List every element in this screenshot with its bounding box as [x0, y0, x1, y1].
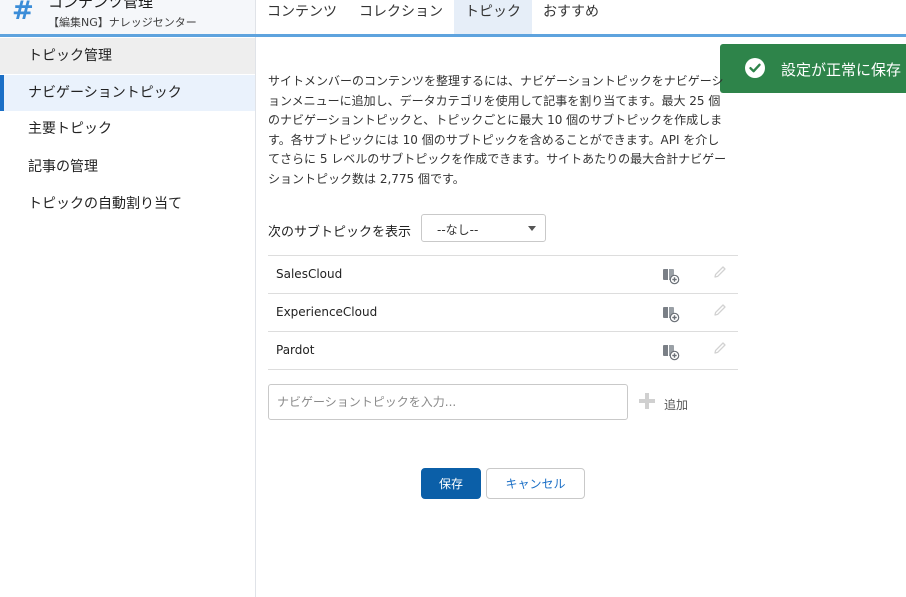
tab-topic[interactable]: トピック — [454, 0, 532, 34]
cancel-button[interactable]: キャンセル — [486, 468, 585, 499]
subtopic-select[interactable]: --なし-- — [421, 214, 546, 242]
app-subtitle: 【編集NG】ナレッジセンター — [48, 16, 197, 29]
app-header: # コンテンツ管理 【編集NG】ナレッジセンター コンテンツ コレクション トピ… — [0, 0, 906, 34]
subtopic-filter-label: 次のサブトピックを表示 — [268, 225, 412, 240]
page-description: サイトメンバーのコンテンツを整理するには、ナビゲーショントピックをナビゲーション… — [268, 74, 727, 186]
topic-name: SalesCloud — [276, 267, 343, 281]
success-toast: 設定が正常に保存 — [720, 44, 906, 93]
book-add-icon[interactable] — [662, 305, 680, 323]
save-button[interactable]: 保存 — [421, 468, 481, 499]
sidebar-item-auto-assign[interactable]: トピックの自動割り当て — [0, 186, 255, 222]
sidebar-item-navigation-topics[interactable]: ナビゲーショントピック — [0, 75, 255, 111]
toast-message: 設定が正常に保存 — [781, 61, 902, 79]
topic-row: Pardot — [268, 331, 738, 370]
sidebar: トピック管理 ナビゲーショントピック 主要トピック 記事の管理 トピックの自動割… — [0, 37, 256, 597]
sidebar-item-featured-topics[interactable]: 主要トピック — [0, 111, 255, 147]
new-topic-input[interactable] — [268, 384, 628, 420]
tab-collection[interactable]: コレクション — [348, 0, 454, 34]
book-add-icon[interactable] — [662, 343, 680, 361]
topic-list: SalesCloud ExperienceCloud Pardot — [268, 255, 738, 370]
hash-icon: # — [12, 0, 34, 26]
pencil-icon[interactable] — [712, 302, 728, 318]
topic-row: SalesCloud — [268, 255, 738, 293]
chevron-down-icon — [528, 226, 536, 231]
top-tabs: コンテンツ コレクション トピック おすすめ — [256, 0, 610, 34]
sidebar-item-article-management[interactable]: 記事の管理 — [0, 149, 255, 185]
topic-name: Pardot — [276, 343, 315, 357]
tab-recommended[interactable]: おすすめ — [532, 0, 610, 34]
topic-row: ExperienceCloud — [268, 293, 738, 331]
tab-content[interactable]: コンテンツ — [256, 0, 348, 34]
app-brand: # コンテンツ管理 【編集NG】ナレッジセンター — [0, 0, 256, 34]
add-topic-label: 追加 — [664, 398, 689, 412]
sidebar-section-topic-management: トピック管理 — [0, 38, 255, 74]
pencil-icon[interactable] — [712, 264, 728, 280]
success-check-icon — [745, 58, 765, 78]
subtopic-select-value: --なし-- — [437, 223, 479, 237]
app-title: コンテンツ管理 — [48, 0, 154, 11]
book-add-icon[interactable] — [662, 267, 680, 285]
pencil-icon[interactable] — [712, 340, 728, 356]
topic-name: ExperienceCloud — [276, 305, 378, 319]
plus-icon — [638, 392, 656, 410]
